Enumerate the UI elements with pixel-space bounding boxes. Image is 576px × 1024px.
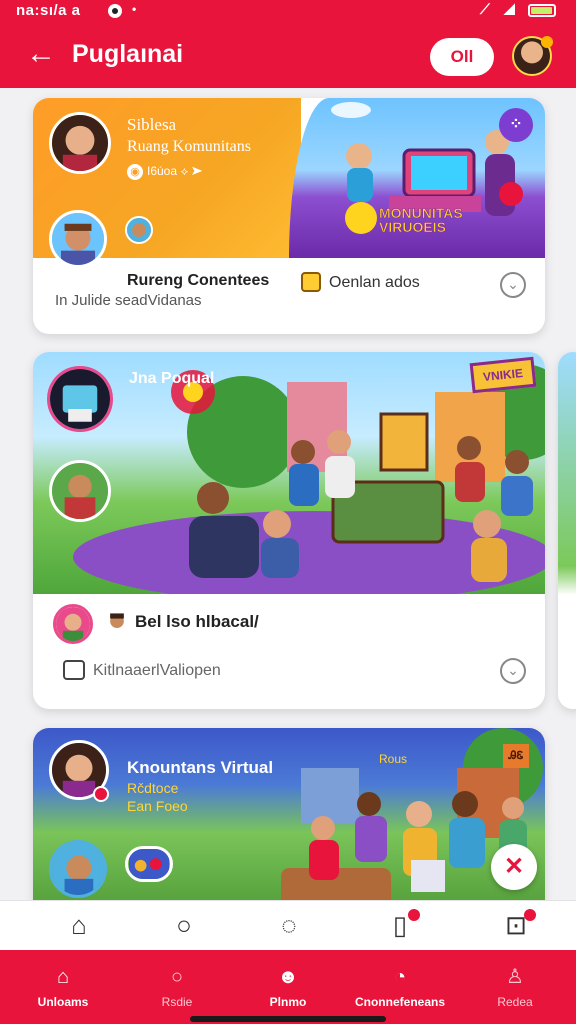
tab-account[interactable]: ♙ Redea: [472, 950, 558, 1024]
virtual-sign: ᎯᏋ: [503, 744, 529, 768]
virtual-cover-image: [33, 728, 545, 918]
community-card[interactable]: MONUNITAS VIRUOEIS ⁘ Siblesa Ruang Komun…: [33, 98, 545, 334]
person-icon: ☻: [277, 966, 299, 988]
user-avatar[interactable]: [512, 36, 553, 76]
tab-label: Cnonnefeneans: [354, 995, 445, 1009]
profile-name: Siblesa: [127, 115, 177, 134]
wifi-icon: ⟋: [480, 1, 490, 17]
page-title: Puglaınai: [72, 40, 184, 68]
header-action-button[interactable]: Oll: [430, 38, 494, 76]
tab-label: Plnmo: [269, 995, 307, 1009]
group-thumbnail-art: [129, 849, 169, 879]
poster-avatar-art: [56, 607, 90, 641]
bottom-tab-bar: ⌂ Unloams ○ Rsdie ☻ Plnmo ◔ Cnonnefenean…: [0, 950, 576, 1024]
speaker-avatar-art: [52, 463, 108, 519]
virtual-title: Knountans Virtual: [127, 758, 274, 777]
profile-meta-text: I6úoa: [147, 164, 178, 178]
tab-label: Redea: [497, 995, 533, 1009]
notification-badge: [408, 909, 420, 921]
tab-profile[interactable]: ☻ Plnmo: [245, 950, 331, 1024]
status-extra: •: [132, 2, 137, 16]
group-thumbnail[interactable]: [125, 846, 173, 882]
status-bar: na:sı/a a • ⟋ ◢: [0, 0, 576, 22]
virtual-scene-art: [281, 728, 543, 918]
notification-dot-icon: [108, 4, 122, 18]
scene-sign: MONUNITAS VIRUOEIS: [379, 205, 463, 235]
host-avatar[interactable]: [47, 366, 113, 432]
tab-label: Unloams: [37, 995, 89, 1009]
chevron-down-icon[interactable]: ⌄: [500, 658, 526, 684]
tab-label: Rsdie: [161, 995, 193, 1009]
poster-secondary-avatar[interactable]: [103, 608, 131, 636]
home-icon: ⌂: [56, 966, 70, 988]
member-avatar-art: [127, 218, 151, 242]
action-bar: ⌂ ○ ◌ ▯ ⊡: [0, 900, 576, 950]
virtual-community-card[interactable]: Knountans Virtual Rčdtoce Ean Foeo Rous …: [33, 728, 545, 918]
search-icon[interactable]: ○: [168, 909, 200, 941]
note-icon: [301, 272, 321, 292]
profile-avatar[interactable]: [49, 112, 111, 174]
comment-field[interactable]: KitlnaaerlValiopen: [93, 662, 221, 680]
member-avatar-art: [52, 843, 104, 895]
tab-search[interactable]: ○ Rsdie: [134, 950, 220, 1024]
gathering-card[interactable]: Jna Poqual VNIKIE Bel lso hlbacal/ Kitln…: [33, 352, 545, 709]
speaker-avatar[interactable]: [49, 460, 111, 522]
live-badge-icon: [93, 786, 109, 802]
comment-icon[interactable]: [63, 660, 85, 680]
profile-card-icon[interactable]: ⊡: [500, 909, 536, 941]
open-link[interactable]: Oenlan ados: [329, 274, 420, 292]
close-icon[interactable]: ✕: [491, 844, 537, 890]
home-indicator: [190, 1016, 386, 1022]
tab-conferences[interactable]: ◔ Cnonnefeneans: [350, 950, 450, 1024]
scene-sign-line-2: VIRUOEIS: [379, 219, 447, 235]
next-card-peek[interactable]: [558, 352, 576, 709]
gathering-title: Jna Poqual: [129, 370, 215, 387]
app-bar: ← Puglaınai Oll: [0, 22, 576, 88]
search-icon: ○: [170, 966, 184, 988]
status-time: na:sı/a a: [16, 2, 81, 19]
poster-avatar[interactable]: [53, 604, 93, 644]
member-avatar[interactable]: [49, 840, 107, 898]
tab-home[interactable]: ⌂ Unloams: [20, 950, 106, 1024]
home-outline-icon[interactable]: ⌂: [63, 909, 95, 941]
group-avatar[interactable]: [49, 210, 107, 268]
emoji-icon[interactable]: ◌: [273, 909, 305, 941]
grid-dots-icon[interactable]: ⁘: [499, 108, 533, 142]
post-title: Bel lso hlbacal/: [135, 612, 259, 631]
chat-icon: ◔: [393, 966, 407, 988]
signal-icon: ◢: [504, 0, 515, 16]
virtual-detail-2: Ean Foeo: [127, 798, 188, 814]
chevron-down-icon[interactable]: ⌄: [500, 272, 526, 298]
profile-subtitle: Ruang Komunitans: [127, 138, 251, 155]
explorer-avatar-art: [52, 213, 104, 265]
battery-icon: [528, 4, 556, 17]
profile-meta: ◉ I6úoa ⟡ ➤: [127, 164, 203, 180]
virtual-detail-1: Rčdtoce: [127, 780, 179, 796]
member-avatar[interactable]: [125, 216, 153, 244]
notification-badge: [524, 909, 536, 921]
woman-avatar-art: [52, 115, 108, 171]
bookmark-icon[interactable]: ▯: [384, 909, 420, 941]
host-avatar-art: [50, 369, 110, 429]
location-icon: ◉: [127, 164, 143, 180]
scene-sign-line-1: MONUNITAS: [379, 205, 463, 221]
group-title: Rureng Conentees: [127, 272, 270, 289]
virtual-ribbon: Rous: [379, 752, 408, 766]
group-subtitle: In Julide seadVidanas: [55, 292, 202, 309]
arrow-left-icon[interactable]: ←: [26, 36, 56, 72]
user-icon: ♙: [506, 966, 524, 988]
poster-secondary-avatar-art: [105, 610, 129, 634]
